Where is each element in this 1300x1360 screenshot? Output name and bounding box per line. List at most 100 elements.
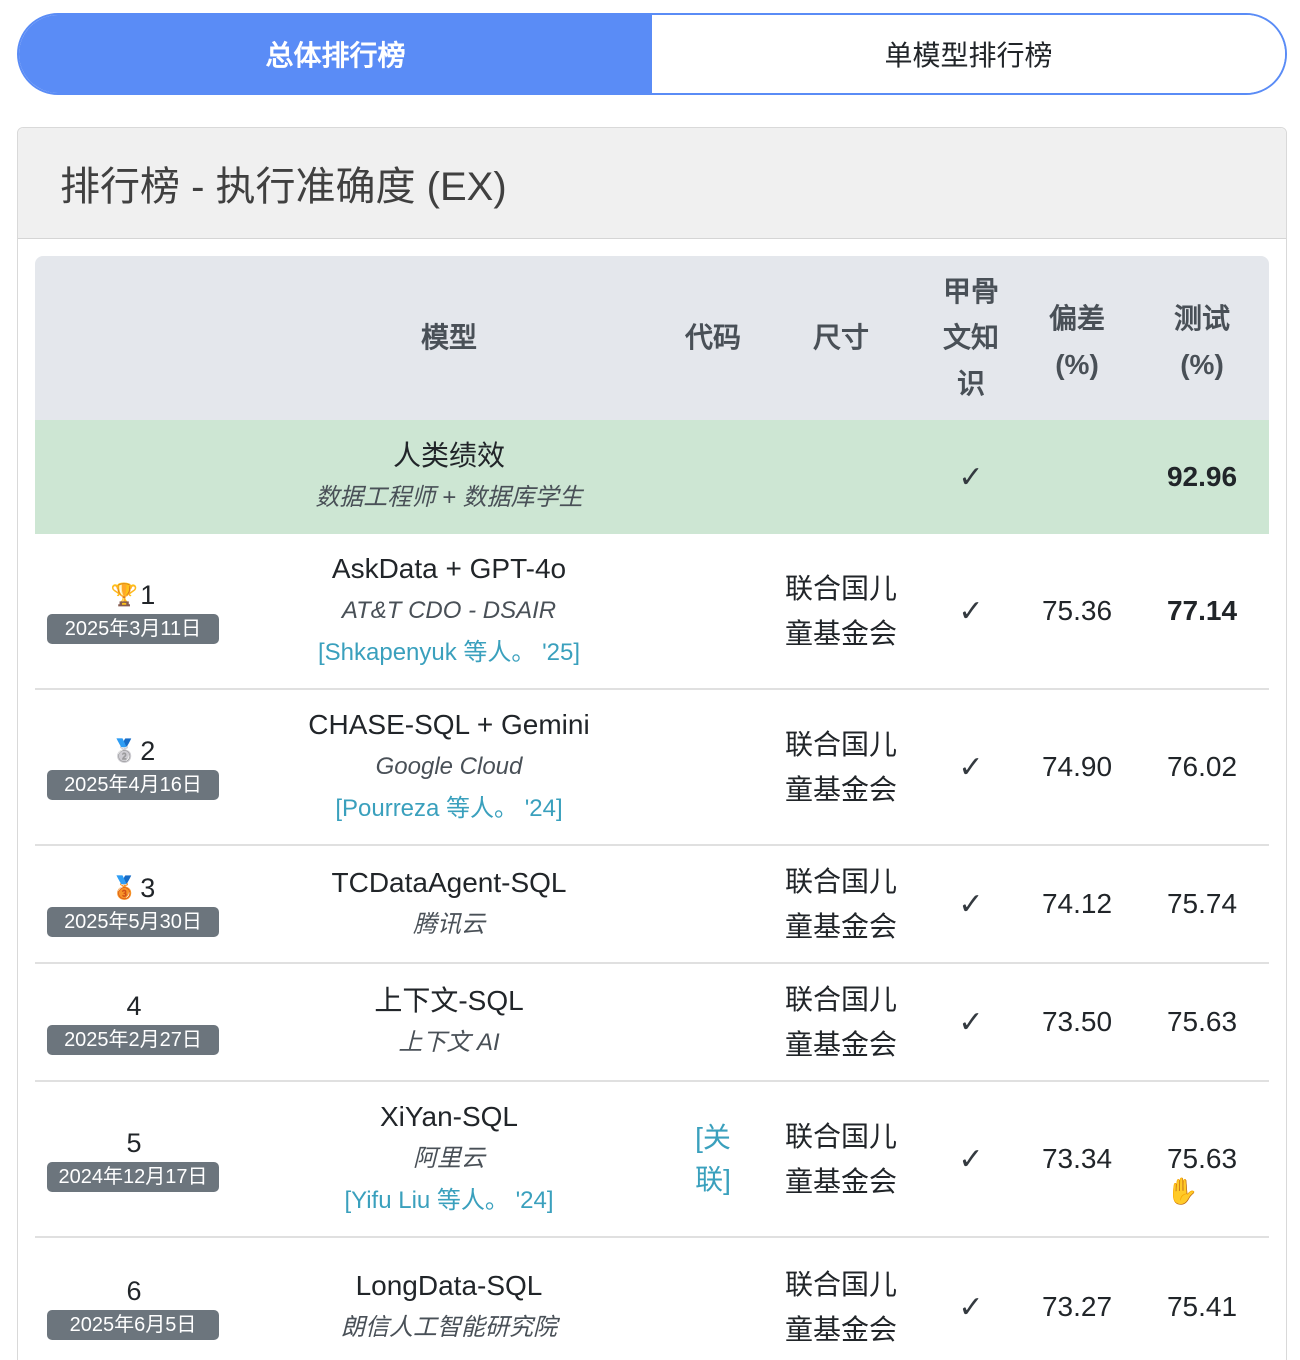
table-row: 4 2025年2月27日 上下文-SQL 上下文 AI 联合国儿 童基金会 ✓ … [35,964,1269,1082]
hand-cursor-icon: ✋ [1166,1176,1199,1206]
model-name: 上下文-SQL [374,985,524,1016]
size-cell: 联合国儿 童基金会 [784,573,897,649]
dev-score: 73.50 [1041,1006,1113,1037]
model-name: AskData + GPT-4o [331,553,567,584]
medal-icon: 🥉 [110,875,139,900]
human-model-cell: 人类绩效 数据工程师 + 数据库学生 [231,435,667,519]
header-dev[interactable]: 偏差 (%) [1019,288,1135,388]
leaderboard-tabs: 总体排行榜 单模型排行榜 [17,13,1287,95]
rank-value: 2 [140,736,156,766]
human-performance-row: 人类绩效 数据工程师 + 数据库学生 ✓ 92.96 [35,420,1269,534]
dev-score: 73.27 [1041,1291,1113,1322]
check-icon: ✓ [958,887,984,921]
rank-value: 6 [126,1276,142,1306]
citation-link[interactable]: [Pourreza 等人。 '24] [231,788,667,830]
model-org: 上下文 AI [398,1029,500,1056]
human-title: 人类绩效 [392,440,505,471]
model-cell: XiYan-SQL 阿里云 [Yifu Liu 等人。 '24] [231,1096,667,1222]
header-test[interactable]: 测试 (%) [1135,288,1269,388]
human-subtitle: 数据工程师 + 数据库学生 [315,484,583,511]
check-icon: ✓ [958,1005,984,1039]
tab-single-model-leaderboard[interactable]: 单模型排行榜 [652,15,1285,93]
check-icon: ✓ [958,1142,984,1176]
test-score: 75.74 [1166,888,1238,919]
rank-number: 🥈 2 [35,734,231,768]
table-header: 模型 代码 尺寸 甲骨 文知 识 偏差 (%) 测试 (%) [35,256,1269,420]
rank-cell: 5 2024年12月17日 [35,1126,231,1192]
size-cell: 联合国儿 童基金会 [784,1121,897,1197]
model-org: 阿里云 [413,1145,485,1172]
check-icon: ✓ [958,594,984,628]
rank-number: 🥉 3 [35,871,231,905]
leaderboard-table: 模型 代码 尺寸 甲骨 文知 识 偏差 (%) 测试 (%) 人类绩效 数据工程… [35,256,1269,1360]
rank-cell: 4 2025年2月27日 [35,989,231,1055]
table-row: 🥈 2 2025年4月16日 CHASE-SQL + Gemini Google… [35,690,1269,846]
model-cell: AskData + GPT-4o AT&T CDO - DSAIR [Shkap… [231,548,667,674]
dev-score: 73.34 [1041,1143,1113,1174]
leaderboard-card: 排行榜 - 执行准确度 (EX) 模型 代码 尺寸 甲骨 文知 识 偏差 (%)… [17,127,1287,1360]
size-cell: 联合国儿 童基金会 [784,1269,897,1345]
rank-cell: 🥈 2 2025年4月16日 [35,734,231,800]
test-score: 75.41 [1166,1291,1238,1322]
date-badge: 2025年3月11日 [47,614,219,644]
model-cell: CHASE-SQL + Gemini Google Cloud [Pourrez… [231,704,667,830]
size-cell: 联合国儿 童基金会 [784,729,897,805]
dev-score: 74.90 [1041,751,1113,782]
check-icon: ✓ [958,750,984,784]
model-cell: LongData-SQL 朗信人工智能研究院 [231,1265,667,1349]
model-cell: TCDataAgent-SQL 腾讯云 [231,862,667,946]
date-badge: 2025年2月27日 [47,1025,219,1055]
model-org: 朗信人工智能研究院 [341,1314,557,1341]
tab-overall-leaderboard[interactable]: 总体排行榜 [19,15,652,93]
model-org: Google Cloud [375,753,523,780]
rank-cell: 🥉 3 2025年5月30日 [35,871,231,937]
dev-score: 75.36 [1041,595,1113,626]
header-code[interactable]: 代码 [667,315,759,361]
model-org: 腾讯云 [413,911,485,938]
medal-icon: 🥈 [110,738,139,763]
test-score: 77.14 [1166,595,1238,626]
card-header: 排行榜 - 执行准确度 (EX) [18,128,1286,239]
code-link[interactable]: [关 联] [667,1117,759,1201]
table-row: 5 2024年12月17日 XiYan-SQL 阿里云 [Yifu Liu 等人… [35,1082,1269,1238]
dev-score: 74.12 [1041,888,1113,919]
rank-number: 5 [35,1126,231,1160]
human-test-score: 92.96 [1166,461,1238,492]
card-title: 排行榜 - 执行准确度 (EX) [60,165,507,209]
date-badge: 2025年5月30日 [47,907,219,937]
model-name: CHASE-SQL + Gemini [308,709,590,740]
rank-value: 3 [140,873,156,903]
size-cell: 联合国儿 童基金会 [784,866,897,942]
rank-number: 4 [35,989,231,1023]
check-icon: ✓ [958,460,984,494]
rank-number: 6 [35,1274,231,1308]
rank-cell: 6 2025年6月5日 [35,1274,231,1340]
test-score: 75.63 [1166,1143,1238,1174]
table-body: 🏆 1 2025年3月11日 AskData + GPT-4o AT&T CDO… [35,534,1269,1360]
citation-link[interactable]: [Yifu Liu 等人。 '24] [231,1180,667,1222]
date-badge: 2025年6月5日 [47,1310,219,1340]
date-badge: 2024年12月17日 [47,1162,219,1192]
medal-icon: 🏆 [110,582,139,607]
rank-number: 🏆 1 [35,578,231,612]
model-org: AT&T CDO - DSAIR [341,597,557,624]
header-oracle-knowledge[interactable]: 甲骨 文知 识 [923,269,1019,407]
rank-value: 1 [140,580,156,610]
check-icon: ✓ [958,1290,984,1324]
model-name: TCDataAgent-SQL [331,867,567,898]
model-name: XiYan-SQL [380,1101,518,1132]
size-cell: 联合国儿 童基金会 [784,984,897,1060]
table-row: 6 2025年6月5日 LongData-SQL 朗信人工智能研究院 联合国儿 … [35,1238,1269,1360]
table-row: 🥉 3 2025年5月30日 TCDataAgent-SQL 腾讯云 联合国儿 … [35,846,1269,964]
model-cell: 上下文-SQL 上下文 AI [231,980,667,1064]
rank-value: 4 [126,991,142,1021]
rank-value: 5 [126,1128,142,1158]
date-badge: 2025年4月16日 [47,770,219,800]
rank-cell: 🏆 1 2025年3月11日 [35,578,231,644]
header-model[interactable]: 模型 [231,315,667,361]
test-score: 76.02 [1166,751,1238,782]
header-size[interactable]: 尺寸 [759,315,923,361]
model-name: LongData-SQL [355,1270,543,1301]
citation-link[interactable]: [Shkapenyuk 等人。 '25] [231,632,667,674]
table-row: 🏆 1 2025年3月11日 AskData + GPT-4o AT&T CDO… [35,534,1269,690]
